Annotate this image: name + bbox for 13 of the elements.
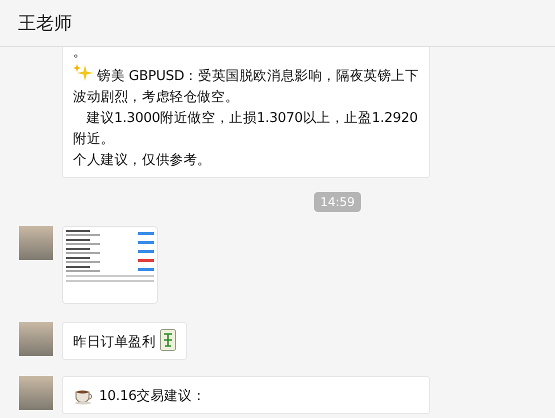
message-text: 个人建议，仅供参考。	[73, 151, 212, 170]
avatar-photo	[19, 322, 53, 356]
timestamp: 14:59	[314, 192, 361, 212]
message-text: 镑美 GBPUSD：受英国脱欧消息影响，隔夜英镑上下波动剧烈，考虑轻仓做空。	[73, 63, 419, 108]
avatar-photo	[19, 226, 53, 260]
chat-title: 王老师	[18, 12, 72, 36]
message-text: 。	[73, 47, 88, 62]
avatar-photo	[19, 376, 53, 410]
mahjong-tile-icon	[160, 329, 176, 351]
message-text: 昨日订单盈利	[73, 329, 176, 353]
sparkle-icon	[73, 63, 93, 83]
message-text: 建议1.3000附近做空，止损1.3070以上，止盈1.2920附近。	[73, 109, 419, 149]
message-text: 10.16交易建议：	[73, 383, 419, 407]
